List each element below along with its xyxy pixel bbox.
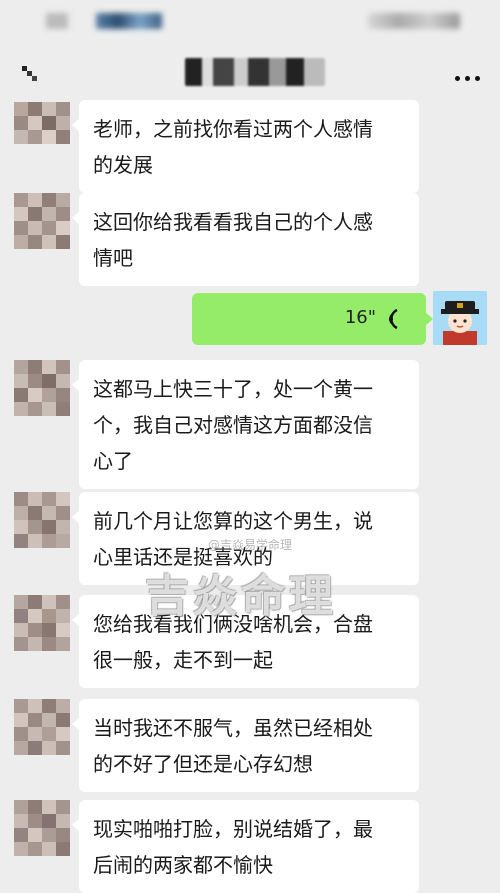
- avatar[interactable]: [14, 595, 70, 651]
- message-bubble[interactable]: 现实啪啪打脸，别说结婚了，最 后闹的两家都不愉快: [72, 800, 419, 893]
- message-line: 情吧: [93, 246, 133, 270]
- message-bubble[interactable]: 老师，之前找你看过两个人感情 的发展: [72, 100, 419, 193]
- avatar[interactable]: [14, 193, 70, 249]
- chat-header: [0, 44, 500, 100]
- avatar[interactable]: [14, 699, 70, 755]
- message-line: 心了: [93, 449, 133, 473]
- watermark-handle: @吉焱易学命理: [208, 538, 293, 552]
- message-bubble[interactable]: 这回你给我看看我自己的个人感 情吧: [72, 193, 419, 286]
- message-line: 后闹的两家都不愉快: [93, 853, 273, 877]
- avatar[interactable]: [14, 360, 70, 416]
- voice-duration: 16": [344, 307, 376, 328]
- more-options-icon[interactable]: [450, 66, 480, 85]
- message-line: 现实啪啪打脸，别说结婚了，最: [93, 817, 373, 841]
- my-avatar[interactable]: [433, 291, 487, 345]
- message-line: 当时我还不服气，虽然已经相处: [93, 716, 373, 740]
- status-time-mosaic: [46, 13, 68, 29]
- message-line: 的不好了但还是心存幻想: [93, 752, 313, 776]
- avatar[interactable]: [14, 102, 70, 144]
- chat-title-mosaic: [185, 58, 325, 86]
- message-line: 老师，之前找你看过两个人感情: [93, 117, 373, 141]
- avatar[interactable]: [14, 492, 70, 548]
- message-line: 这回你给我看看我自己的个人感: [93, 210, 373, 234]
- back-icon[interactable]: [18, 62, 42, 84]
- message-line: 这都马上快三十了，处一个黄一: [93, 377, 373, 401]
- watermark-logo: 吉焱命理: [145, 571, 337, 622]
- avatar[interactable]: [14, 800, 70, 856]
- message-line: 个，我自己对感情这方面都没信: [93, 413, 373, 437]
- message-bubble[interactable]: 当时我还不服气，虽然已经相处 的不好了但还是心存幻想: [72, 699, 419, 792]
- avatar-character-icon: [433, 291, 487, 345]
- voice-message-bubble[interactable]: 16": [192, 293, 433, 345]
- message-bubble[interactable]: 这都马上快三十了，处一个黄一 个，我自己对感情这方面都没信 心了: [72, 360, 419, 489]
- message-line: 的发展: [93, 153, 153, 177]
- voice-wave-icon: [389, 308, 398, 330]
- message-line: 很一般，走不到一起: [93, 648, 273, 672]
- status-icons-mosaic: [368, 13, 460, 29]
- status-carrier-mosaic: [96, 13, 162, 29]
- status-bar: [0, 0, 500, 44]
- message-line: 前几个月让您算的这个男生，说: [93, 509, 373, 533]
